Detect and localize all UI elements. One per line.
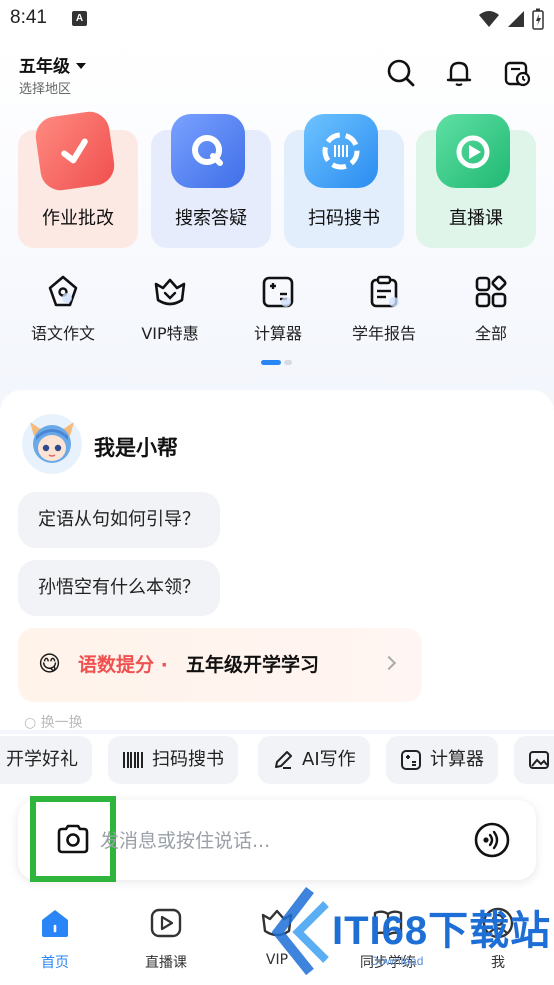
chip-image[interactable] (514, 736, 554, 784)
tv-play-icon (436, 114, 510, 188)
notification-icon: A (72, 11, 87, 26)
tool-label: 全部 (474, 324, 507, 343)
vip-icon (261, 909, 293, 937)
tool-label: 计算器 (253, 324, 302, 343)
chip-label: AI写作 (302, 749, 356, 770)
chip-scan-book[interactable]: 扫码搜书 (108, 736, 238, 784)
caret-down-icon (76, 63, 86, 69)
tool-label: 语文作文 (30, 324, 95, 343)
promo-text: 五年级开学学习 (186, 654, 320, 676)
signal-icon (508, 11, 524, 27)
grade-selector[interactable]: 五年级 (19, 52, 86, 77)
assistant-name: 我是小帮 (94, 436, 178, 460)
tool-card-search-answer[interactable]: 搜索答疑 (151, 114, 271, 248)
barcode-icon (123, 752, 143, 768)
tool-card-label: 搜索答疑 (175, 208, 247, 229)
tab-label: 我 (491, 955, 505, 971)
tool-card-label: 扫码搜书 (308, 208, 380, 229)
tool-label: VIP特惠 (141, 324, 199, 343)
tool-essay[interactable]: 语文作文 (15, 274, 111, 344)
chip-calculator[interactable]: 计算器 (386, 736, 498, 784)
tab-live-class[interactable]: 直播课 (121, 906, 211, 972)
page-indicator (261, 360, 292, 365)
system-icons (478, 8, 544, 30)
tab-vip[interactable]: VIP (232, 906, 322, 968)
page-dot (284, 360, 292, 365)
barcode-scan-icon (304, 114, 378, 188)
status-time: 8:41 (10, 7, 47, 28)
tab-label: 直播课 (145, 955, 187, 971)
grade-label: 五年级 (19, 57, 70, 77)
report-icon (370, 275, 399, 308)
tab-sync-practice[interactable]: 同步学练 (343, 906, 433, 972)
page-dot-active (261, 360, 281, 365)
promo-card[interactable]: 😋 语数提分 · 五年级开学学习 (18, 628, 422, 702)
refresh-suggestions[interactable]: ○ 换一换 (24, 712, 83, 730)
chip-label: 开学好礼 (6, 749, 78, 770)
tool-vip[interactable]: VIP特惠 (122, 274, 218, 344)
camera-icon (57, 824, 89, 854)
promo-highlight: 语数提分 · (78, 654, 168, 676)
tool-card-label: 作业批改 (42, 208, 114, 229)
calculator-icon (262, 276, 294, 308)
grid-all-icon (475, 275, 507, 308)
chat-panel: 我是小帮 定语从句如何引导？ 孙悟空有什么本领？ 😋 语数提分 · 五年级开学学… (0, 390, 554, 730)
wifi-icon (479, 11, 499, 27)
tool-calculator[interactable]: 计算器 (230, 274, 326, 344)
tool-label: 学年报告 (351, 324, 416, 343)
region-selector[interactable]: 选择地区 (19, 78, 71, 97)
tool-card-scan-book[interactable]: 扫码搜书 (284, 114, 404, 248)
bottom-tab-bar: 首页 直播课 VIP 同步学练 我 (0, 890, 554, 985)
input-area: 发消息或按住说话... (0, 790, 554, 890)
top-area: 五年级 选择地区 作业批改 搜索答疑 扫码搜书 直播课 语文作文 VIP特惠 计… (0, 38, 554, 390)
voice-icon[interactable] (474, 822, 510, 858)
pencil-icon (275, 751, 292, 769)
pen-nib-icon (48, 275, 78, 307)
tab-me[interactable]: 我 (453, 906, 543, 972)
chip-label: 计算器 (430, 749, 484, 770)
tool-card-label: 直播课 (449, 208, 503, 229)
bell-icon[interactable] (444, 58, 474, 88)
status-bar: 8:41 A (0, 0, 554, 38)
tool-card-live-class[interactable]: 直播课 (416, 114, 536, 248)
chip-ai-writing[interactable]: AI写作 (258, 736, 370, 784)
search-icon[interactable] (386, 58, 416, 88)
tab-home[interactable]: 首页 (10, 906, 100, 972)
chevron-right-icon (381, 655, 397, 671)
input-placeholder: 发消息或按住说话... (100, 830, 271, 852)
smile-emoji-icon: 😋 (38, 652, 61, 677)
assistant-avatar (22, 414, 82, 474)
suggestion-bubble[interactable]: 定语从句如何引导？ (18, 492, 220, 548)
tab-label: 首页 (41, 955, 69, 971)
message-input[interactable]: 发消息或按住说话... (18, 796, 536, 882)
tool-annual-report[interactable]: 学年报告 (336, 274, 432, 344)
calculator-icon (401, 750, 421, 770)
chip-back-to-school[interactable]: 开学好礼 (0, 736, 92, 784)
home-icon (42, 910, 68, 937)
play-circle-icon (150, 908, 182, 938)
check-icon (33, 109, 117, 193)
search-q-icon (171, 114, 245, 188)
quick-chips: 开学好礼 扫码搜书 AI写作 计算器 (0, 734, 554, 790)
vip-crown-icon (154, 278, 186, 306)
user-icon (482, 907, 514, 939)
tool-card-homework-check[interactable]: 作业批改 (18, 109, 138, 248)
battery-icon (532, 8, 544, 30)
tab-label: VIP (265, 952, 289, 968)
chip-label: 扫码搜书 (152, 749, 224, 770)
history-icon[interactable] (502, 58, 532, 88)
tool-all[interactable]: 全部 (443, 274, 539, 344)
tab-label: 同步学练 (360, 955, 416, 971)
image-icon (529, 751, 549, 769)
suggestion-bubble[interactable]: 孙悟空有什么本领？ (18, 560, 220, 616)
book-icon (373, 910, 403, 937)
